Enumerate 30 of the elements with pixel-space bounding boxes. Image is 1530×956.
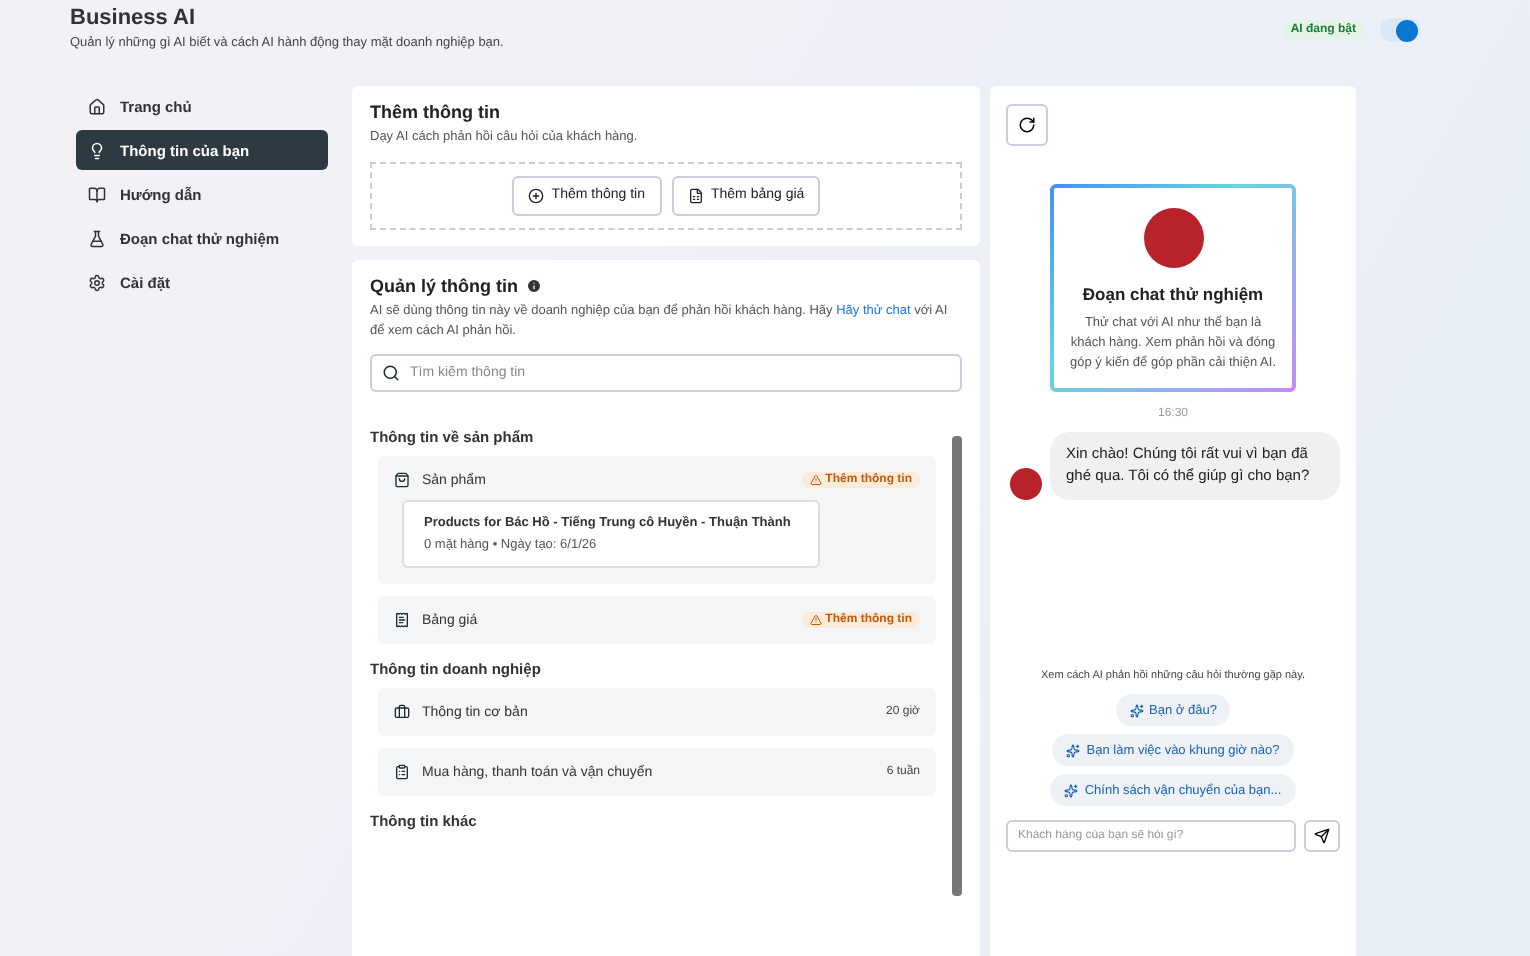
briefcase-icon <box>394 704 410 721</box>
ai-toggle[interactable] <box>1380 18 1420 42</box>
search-icon <box>382 364 400 383</box>
send-icon <box>1314 828 1330 844</box>
intro-title: Đoạn chat thử nghiệm <box>1082 284 1264 304</box>
avatar-placeholder <box>1010 468 1042 500</box>
scrollbar[interactable] <box>952 436 962 897</box>
sparkle-icon <box>1129 703 1144 717</box>
refresh-button[interactable] <box>1006 104 1048 146</box>
book-icon <box>88 185 106 203</box>
card-title: Quản lý thông tin <box>370 275 518 296</box>
warning-icon <box>809 474 822 487</box>
plus-circle-icon <box>527 187 544 204</box>
settings-icon <box>88 273 106 291</box>
refresh-icon <box>1018 116 1036 134</box>
bag-icon <box>394 472 410 489</box>
warning-icon <box>809 614 822 627</box>
home-icon <box>88 97 106 115</box>
card-title: Thêm thông tin <box>370 102 500 122</box>
lightbulb-icon <box>88 141 106 159</box>
flask-icon <box>88 229 106 247</box>
info-icon <box>526 277 542 294</box>
sparkle-icon <box>1066 743 1081 757</box>
sparkle-icon <box>1064 783 1079 797</box>
clipboard-icon <box>394 764 410 781</box>
avatar-placeholder <box>1143 208 1203 268</box>
page-title: Business AI <box>70 6 198 30</box>
sheet-icon <box>687 187 703 204</box>
receipt-icon <box>394 612 410 629</box>
send-button[interactable] <box>1304 820 1340 852</box>
